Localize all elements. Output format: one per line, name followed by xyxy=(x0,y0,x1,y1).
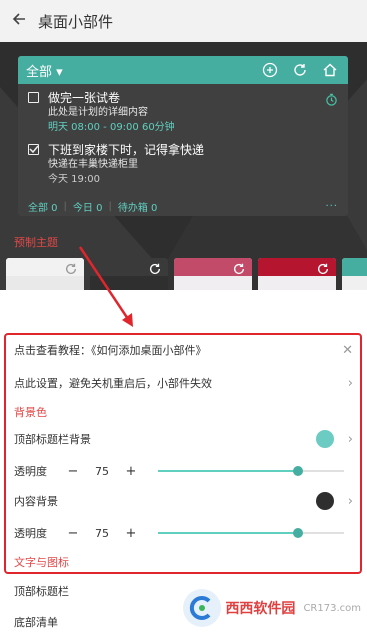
header-opacity-row: 透明度 − 75 + xyxy=(14,463,353,479)
widget-header: 全部 ▾ xyxy=(18,56,348,84)
content-bg-label: 内容背景 xyxy=(14,495,58,508)
timer-icon[interactable] xyxy=(325,91,338,110)
task-time: 今天 19:00 xyxy=(48,174,100,185)
opacity-label: 透明度 xyxy=(14,465,47,478)
refresh-icon xyxy=(148,261,162,280)
watermark-url: CR173.com xyxy=(303,602,361,614)
keepalive-row[interactable]: 点此设置，避免关机重启后，小部件失效 › xyxy=(14,375,353,391)
refresh-icon xyxy=(232,261,246,280)
widget-preview-area: 全部 ▾ 做完一张试卷 此处是计划的详细内容 明天 08:00 - 09:00 … xyxy=(0,42,367,290)
header-bg-label: 顶部标题栏背景 xyxy=(14,433,91,446)
watermark-name: 西西软件园 xyxy=(225,601,296,617)
background-section-title: 背景色 xyxy=(14,406,47,419)
opacity-value: 75 xyxy=(95,526,109,540)
task-title: 做完一张试卷 xyxy=(48,91,121,105)
slider-handle[interactable] xyxy=(292,528,303,538)
task-detail: 快递在丰巢快递柜里 xyxy=(48,159,138,170)
app-bar: 桌面小部件 xyxy=(0,0,367,42)
theme-card[interactable]: 默认白 xyxy=(6,258,84,290)
page-title: 桌面小部件 xyxy=(38,12,114,31)
increase-button[interactable]: + xyxy=(124,464,138,479)
checkbox-checked[interactable] xyxy=(28,144,39,155)
content-bg-swatch[interactable] xyxy=(315,492,334,510)
checkbox[interactable] xyxy=(28,92,39,103)
theme-card[interactable]: 水 xyxy=(342,258,367,290)
preset-themes-label: 预制主题 xyxy=(14,236,58,249)
text-section-title: 文字与图标 xyxy=(14,556,69,569)
task-item[interactable]: 下班到家楼下时，记得拿快递 快递在丰巢快递柜里 今天 19:00 xyxy=(18,142,348,188)
refresh-icon xyxy=(316,261,330,280)
content-opacity-row: 透明度 − 75 + xyxy=(14,525,353,541)
content-bg-row[interactable]: 内容背景 › xyxy=(14,492,353,510)
task-title: 下班到家楼下时，记得拿快递 xyxy=(48,143,205,157)
add-icon[interactable] xyxy=(260,60,280,80)
opacity-slider[interactable] xyxy=(158,528,344,538)
refresh-icon xyxy=(64,261,78,280)
more-icon[interactable]: ··· xyxy=(325,201,338,212)
header-bg-row[interactable]: 顶部标题栏背景 › xyxy=(14,430,353,448)
opacity-slider[interactable] xyxy=(158,466,344,476)
header-bar-label: 顶部标题栏 xyxy=(14,585,69,598)
filter-today[interactable]: 今日 0 xyxy=(73,199,103,214)
slider-fill xyxy=(158,532,298,534)
filter-all[interactable]: 全部 0 xyxy=(28,199,58,214)
chevron-right-icon: › xyxy=(347,375,353,391)
theme-list: 默认白 默认黑 桃红玫瑰 正红 水 xyxy=(6,258,367,290)
watermark-logo xyxy=(183,589,222,627)
widget-footer: 全部 0 | 今日 0 | 待办箱 0 ··· xyxy=(28,199,338,214)
opacity-value: 75 xyxy=(95,464,109,478)
tutorial-row[interactable]: 点击查看教程：《如何添加桌面小部件》 ✕ xyxy=(14,342,353,358)
slider-fill xyxy=(158,470,298,472)
back-arrow-icon[interactable] xyxy=(0,11,38,32)
slider-handle[interactable] xyxy=(292,466,303,476)
task-time: 明天 08:00 - 09:00 60分钟 xyxy=(48,122,175,133)
theme-card[interactable]: 默认黑 xyxy=(90,258,168,290)
tutorial-link[interactable]: 点击查看教程：《如何添加桌面小部件》 xyxy=(14,342,207,358)
theme-header-bar xyxy=(342,258,367,276)
task-item[interactable]: 做完一张试卷 此处是计划的详细内容 明天 08:00 - 09:00 60分钟 xyxy=(18,90,348,136)
home-icon[interactable] xyxy=(320,60,340,80)
keepalive-label: 点此设置，避免关机重启后，小部件失效 xyxy=(14,377,212,390)
filter-dropdown[interactable]: 全部 ▾ xyxy=(26,61,63,80)
bottom-list-label: 底部清单 xyxy=(14,616,58,629)
increase-button[interactable]: + xyxy=(124,526,138,541)
decrease-button[interactable]: − xyxy=(66,464,80,479)
refresh-icon[interactable] xyxy=(290,60,310,80)
theme-card[interactable]: 桃红玫瑰 xyxy=(174,258,252,290)
theme-card[interactable]: 正红 xyxy=(258,258,336,290)
close-icon[interactable]: ✕ xyxy=(342,343,353,358)
settings-panel: 点击查看教程：《如何添加桌面小部件》 ✕ 点此设置，避免关机重启后，小部件失效 … xyxy=(0,290,367,633)
opacity-label: 透明度 xyxy=(14,527,47,540)
header-bg-swatch[interactable] xyxy=(315,430,334,448)
watermark: 西西软件园 CR173.com xyxy=(183,589,361,627)
chevron-right-icon: › xyxy=(347,493,353,509)
filter-inbox[interactable]: 待办箱 0 xyxy=(118,199,158,214)
widget-preview: 全部 ▾ 做完一张试卷 此处是计划的详细内容 明天 08:00 - 09:00 … xyxy=(18,56,348,216)
decrease-button[interactable]: − xyxy=(66,526,80,541)
chevron-right-icon: › xyxy=(347,431,353,447)
task-detail: 此处是计划的详细内容 xyxy=(48,107,148,118)
